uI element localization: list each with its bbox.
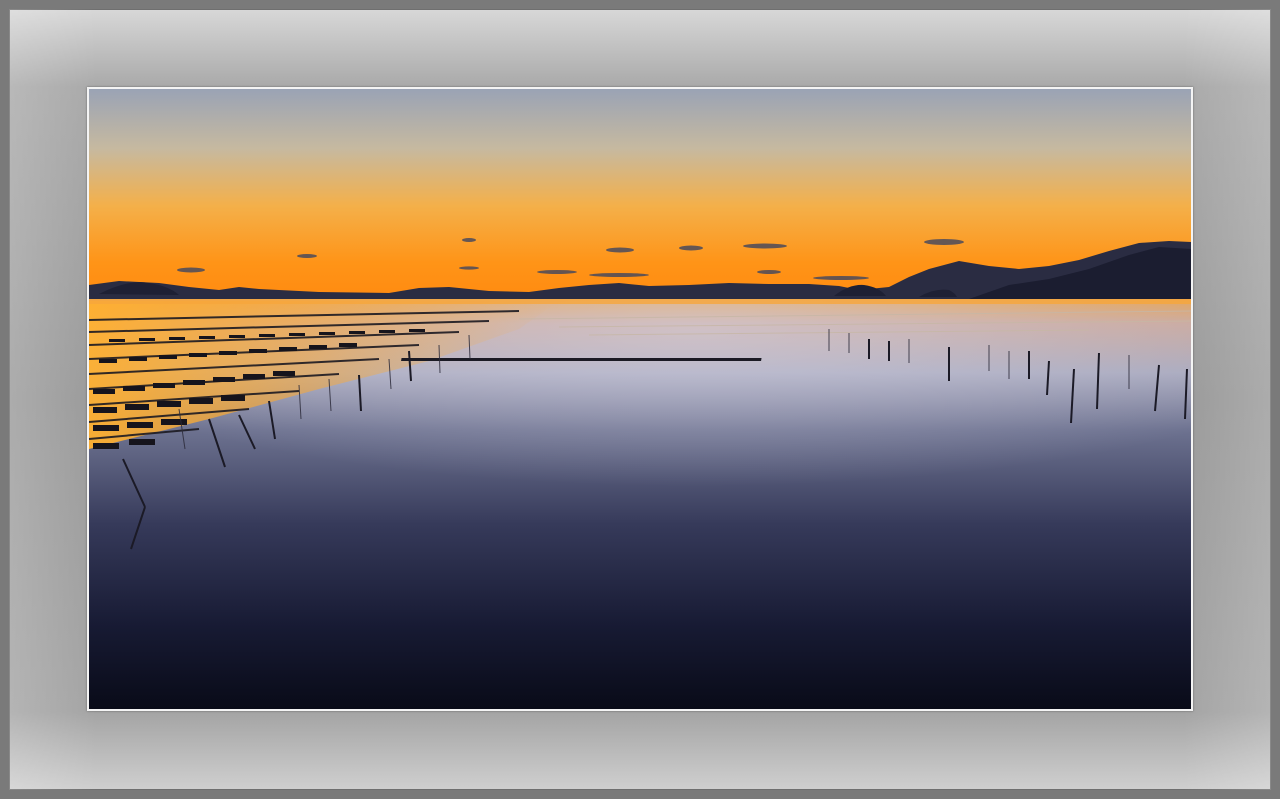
horizon-glow (89, 299, 1191, 304)
sunset-photo (89, 89, 1191, 709)
sunset-scene (89, 89, 1191, 709)
floating-net-line (401, 358, 762, 361)
